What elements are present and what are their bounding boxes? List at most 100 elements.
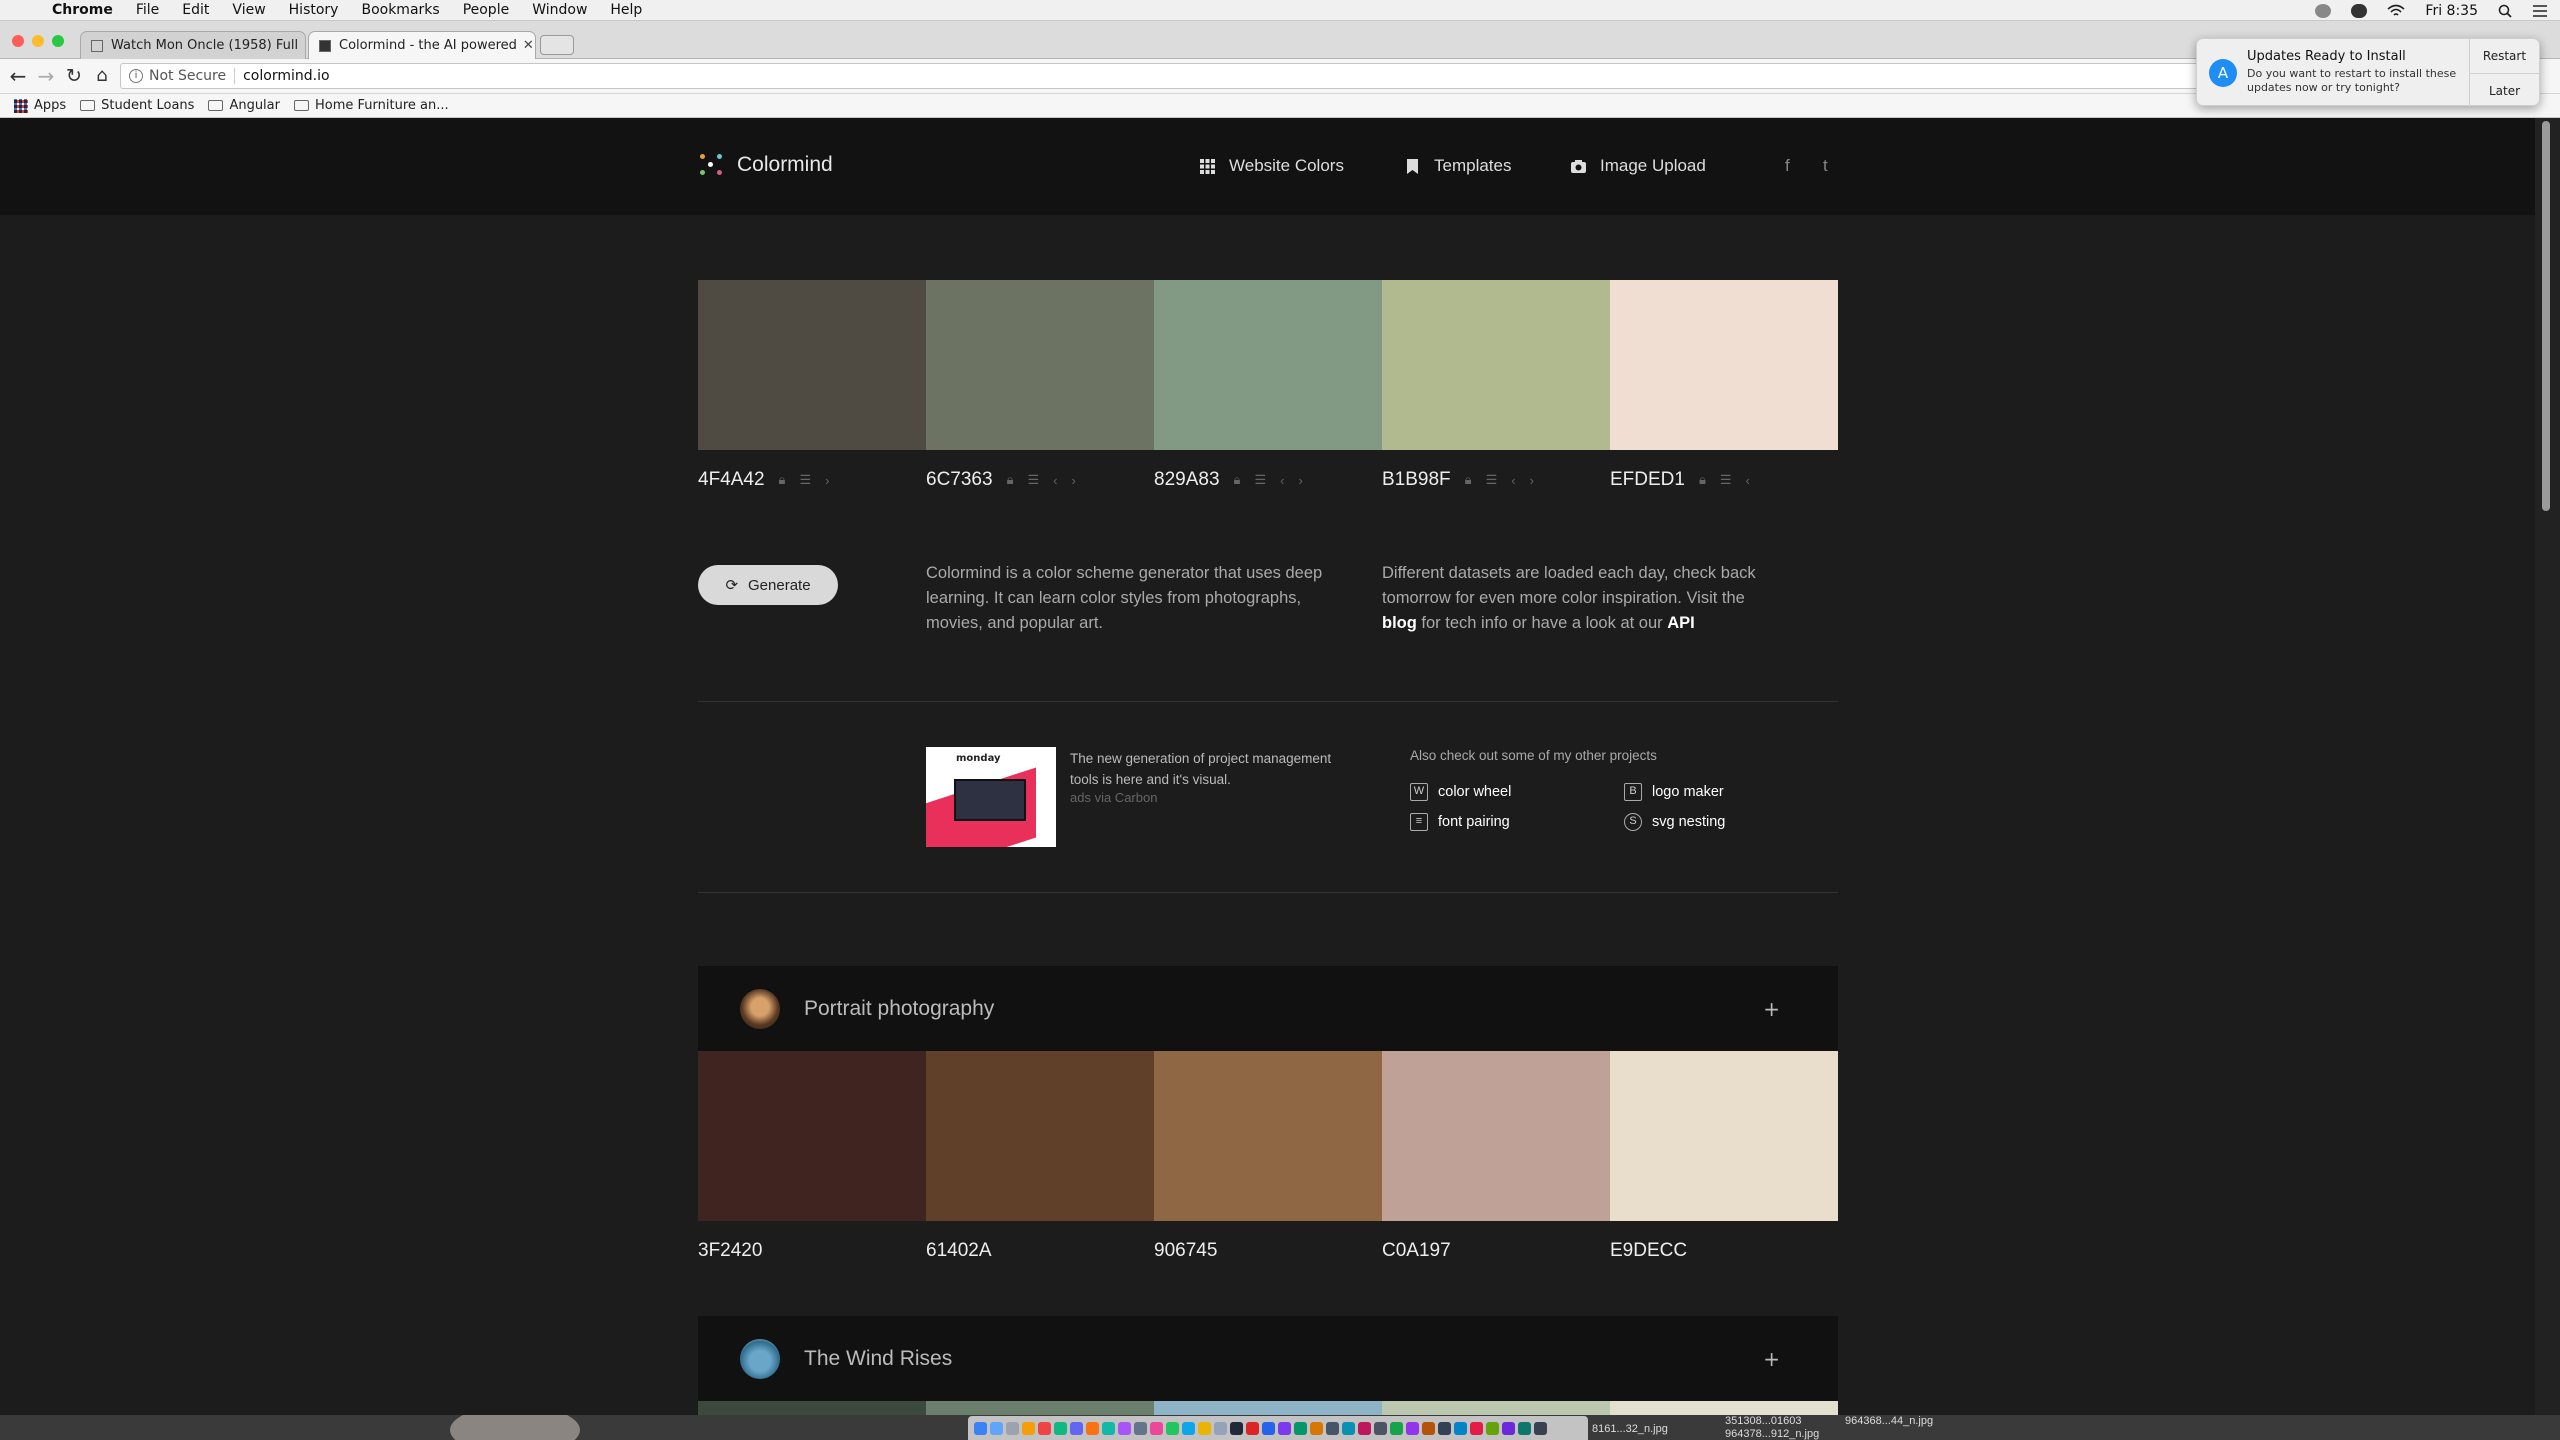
bookmark-angular[interactable]: Angular [208, 98, 280, 113]
project-logo-maker[interactable]: Blogo maker [1624, 783, 1724, 801]
move-left-icon[interactable]: ‹ [1053, 473, 1057, 488]
dock-app-icon[interactable] [1038, 1421, 1051, 1435]
adjust-icon[interactable]: ☰ [1027, 472, 1039, 488]
nav-templates[interactable]: Templates [1405, 156, 1511, 176]
update-notification[interactable]: A Updates Ready to Install Do you want t… [2196, 38, 2540, 107]
menu-history[interactable]: History [289, 2, 339, 18]
ad-image[interactable]: monday [926, 747, 1056, 847]
dock-app-icon[interactable] [1438, 1421, 1451, 1435]
nav-website-colors[interactable]: Website Colors [1200, 156, 1344, 176]
dock-app-icon[interactable] [1278, 1421, 1291, 1435]
project-color-wheel[interactable]: Wcolor wheel [1410, 783, 1511, 801]
nav-image-upload[interactable]: Image Upload [1571, 156, 1706, 176]
hex-code[interactable]: E9DECC [1610, 1240, 1838, 1262]
adjust-icon[interactable]: ☰ [799, 472, 811, 488]
palette-card-header[interactable]: Portrait photography + [698, 966, 1838, 1051]
menu-window[interactable]: Window [532, 2, 587, 18]
palette-swatch[interactable] [698, 280, 926, 450]
api-link[interactable]: API [1667, 614, 1695, 632]
dock-app-icon[interactable] [1422, 1421, 1435, 1435]
adjust-icon[interactable]: ☰ [1720, 472, 1732, 488]
zoom-window-button[interactable] [52, 35, 64, 47]
apple-icon[interactable] [18, 2, 34, 18]
adjust-icon[interactable]: ☰ [1486, 472, 1498, 488]
cloud-icon[interactable] [2351, 3, 2368, 18]
move-left-icon[interactable]: ‹ [1746, 473, 1750, 488]
palette-swatch[interactable] [926, 280, 1154, 450]
dock-app-icon[interactable] [1182, 1421, 1195, 1435]
card-swatch[interactable] [1610, 1051, 1838, 1221]
blog-link[interactable]: blog [1382, 614, 1417, 632]
menu-view[interactable]: View [232, 2, 265, 18]
desktop-file-label[interactable]: 8161...32_n.jpg [1592, 1423, 1668, 1435]
dock-app-icon[interactable] [1262, 1421, 1275, 1435]
wifi-icon[interactable] [2387, 4, 2405, 18]
card-swatch[interactable] [1154, 1401, 1382, 1415]
close-tab-icon[interactable]: ✕ [517, 38, 534, 53]
card-swatch[interactable] [1154, 1051, 1382, 1221]
move-right-icon[interactable]: › [1298, 473, 1302, 488]
dock-app-icon[interactable] [974, 1421, 987, 1435]
move-left-icon[interactable]: ‹ [1511, 473, 1515, 488]
spotlight-search-icon[interactable] [2498, 4, 2512, 18]
site-info-icon[interactable]: i [129, 69, 143, 83]
dock-app-icon[interactable] [1118, 1421, 1131, 1435]
card-swatch[interactable] [1382, 1051, 1610, 1221]
home-icon[interactable]: ⌂ [90, 64, 114, 88]
bookmark-apps[interactable]: Apps [14, 98, 66, 113]
hex-code[interactable]: 906745 [1154, 1240, 1382, 1262]
palette-card-header[interactable]: The Wind Rises + [698, 1316, 1838, 1401]
adjust-icon[interactable]: ☰ [1254, 472, 1266, 488]
tab-mon-oncle[interactable]: Watch Mon Oncle (1958) Full ✕ [80, 31, 306, 59]
dock-app-icon[interactable] [1518, 1421, 1531, 1435]
palette-swatch[interactable] [1610, 280, 1838, 450]
project-font-pairing[interactable]: ≡ font pairing [1410, 813, 1510, 831]
menu-help[interactable]: Help [610, 2, 642, 18]
move-right-icon[interactable]: › [1530, 473, 1534, 488]
close-tab-icon[interactable]: ✕ [298, 38, 305, 53]
menu-people[interactable]: People [463, 2, 510, 18]
dock-app-icon[interactable] [1198, 1421, 1211, 1435]
back-arrow-icon[interactable]: ← [6, 64, 30, 88]
card-swatch[interactable] [926, 1051, 1154, 1221]
project-svg-nesting[interactable]: Ssvg nesting [1624, 813, 1725, 831]
menu-app-name[interactable]: Chrome [52, 2, 113, 18]
twitter-icon[interactable]: t [1823, 156, 1828, 176]
expand-plus-icon[interactable]: + [1763, 997, 1780, 1021]
hex-code[interactable]: 829A83 [1154, 469, 1220, 491]
menu-bookmarks[interactable]: Bookmarks [361, 2, 439, 18]
palette-swatch[interactable] [1382, 280, 1610, 450]
dock-app-icon[interactable] [1534, 1421, 1547, 1435]
generate-button[interactable]: ⟳ Generate [698, 565, 838, 605]
dock-app-icon[interactable] [1246, 1421, 1259, 1435]
later-button[interactable]: Later [2470, 73, 2539, 107]
hex-code[interactable]: 3F2420 [698, 1240, 926, 1262]
url-text[interactable]: colormind.io [243, 68, 329, 84]
dock-app-icon[interactable] [1326, 1421, 1339, 1435]
dock-app-icon[interactable] [1486, 1421, 1499, 1435]
dock-app-icon[interactable] [1454, 1421, 1467, 1435]
dock-app-icon[interactable] [1502, 1421, 1515, 1435]
dock-app-icon[interactable] [1070, 1421, 1083, 1435]
menu-edit[interactable]: Edit [182, 2, 209, 18]
expand-plus-icon[interactable]: + [1763, 1347, 1780, 1371]
hex-code[interactable]: 4F4A42 [698, 469, 765, 491]
dock-app-icon[interactable] [1102, 1421, 1115, 1435]
bookmark-student-loans[interactable]: Student Loans [80, 98, 194, 113]
page-scrollbar[interactable] [2535, 118, 2560, 1415]
dock-app-icon[interactable] [1310, 1421, 1323, 1435]
dock-app-icon[interactable] [1230, 1421, 1243, 1435]
dock-app-icon[interactable] [1054, 1421, 1067, 1435]
dock-app-icon[interactable] [1342, 1421, 1355, 1435]
forward-arrow-icon[interactable]: → [34, 64, 58, 88]
card-swatch[interactable] [1382, 1401, 1610, 1415]
palette-swatch[interactable] [1154, 280, 1382, 450]
lock-icon[interactable]: 🔒︎ [1234, 472, 1241, 488]
dock-app-icon[interactable] [1294, 1421, 1307, 1435]
minimize-window-button[interactable] [32, 35, 44, 47]
dock-app-icon[interactable] [990, 1421, 1003, 1435]
dock-app-icon[interactable] [1166, 1421, 1179, 1435]
dock-app-icon[interactable] [1134, 1421, 1147, 1435]
dock-app-icon[interactable] [1470, 1421, 1483, 1435]
desktop-file-label[interactable]: 964368...44_n.jpg [1845, 1415, 1933, 1427]
